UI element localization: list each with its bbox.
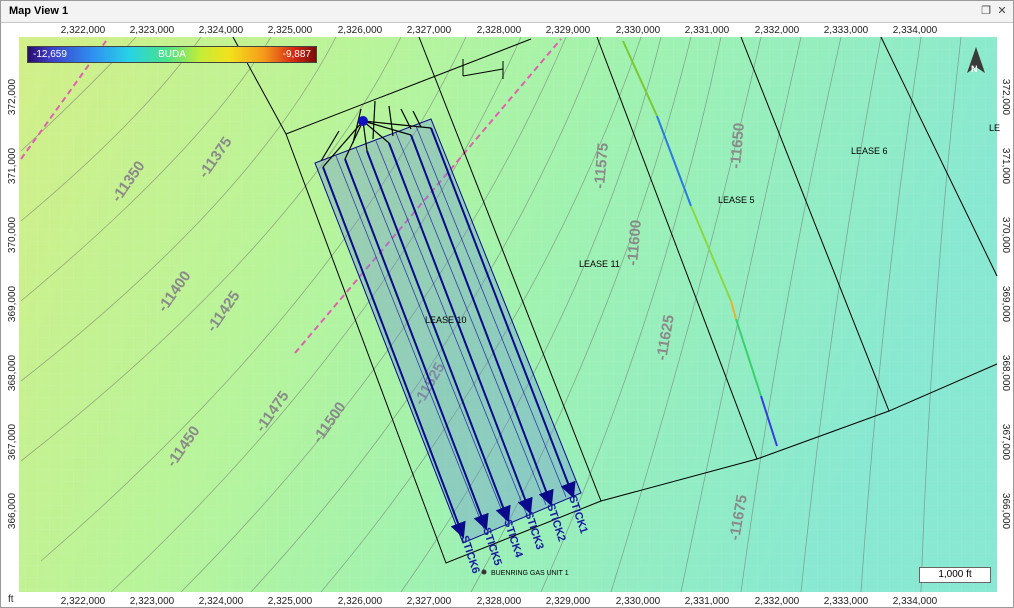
svg-text:N: N: [971, 64, 978, 74]
svg-text:2,331,000: 2,331,000: [685, 25, 730, 36]
lease-label-5: LEASE 5: [718, 195, 755, 205]
svg-text:371,000: 371,000: [1000, 148, 1011, 185]
svg-text:369,000: 369,000: [7, 285, 18, 322]
svg-text:2,327,000: 2,327,000: [407, 596, 452, 607]
window-title: Map View 1: [9, 5, 69, 17]
svg-text:2,322,000: 2,322,000: [61, 596, 106, 607]
map-canvas[interactable]: -11350 -11375 -11400 -11425 -11450 -1147…: [1, 23, 1013, 607]
svg-text:2,322,000: 2,322,000: [61, 25, 106, 36]
scale-bar: 1,000 ft: [919, 567, 991, 583]
svg-text:366,000: 366,000: [7, 492, 18, 529]
svg-text:2,328,000: 2,328,000: [477, 25, 522, 36]
svg-text:367,000: 367,000: [7, 423, 18, 460]
svg-text:366,000: 366,000: [1000, 493, 1011, 530]
svg-text:2,324,000: 2,324,000: [199, 596, 244, 607]
svg-text:2,329,000: 2,329,000: [546, 25, 591, 36]
map-window: Map View 1 ❐ ✕ -11350 -11375 -11400 -114…: [0, 0, 1014, 608]
x-axis-bottom: 2,322,000 2,323,000 2,324,000 2,325,000 …: [61, 596, 938, 607]
unit-indicator: ft: [8, 594, 14, 605]
color-legend-name: BUDA: [158, 49, 186, 60]
color-legend-max: -9,887: [282, 49, 311, 60]
svg-text:2,331,000: 2,331,000: [685, 596, 730, 607]
svg-text:2,334,000: 2,334,000: [893, 25, 938, 36]
svg-text:2,324,000: 2,324,000: [199, 25, 244, 36]
lease-label-6: LEASE 6: [851, 146, 888, 156]
svg-text:2,330,000: 2,330,000: [616, 25, 661, 36]
svg-text:368,000: 368,000: [7, 354, 18, 391]
svg-text:2,332,000: 2,332,000: [755, 25, 800, 36]
svg-text:368,000: 368,000: [1000, 355, 1011, 392]
svg-text:367,000: 367,000: [1000, 424, 1011, 461]
svg-text:372,000: 372,000: [7, 78, 18, 115]
svg-text:2,330,000: 2,330,000: [616, 596, 661, 607]
close-icon[interactable]: ✕: [995, 4, 1009, 18]
y-axis-left: 372,000 371,000 370,000 369,000 368,000 …: [7, 78, 18, 529]
svg-text:2,328,000: 2,328,000: [477, 596, 522, 607]
lease-label-partial: LE: [989, 123, 1000, 133]
svg-text:2,333,000: 2,333,000: [824, 25, 869, 36]
svg-text:2,327,000: 2,327,000: [407, 25, 452, 36]
restore-icon[interactable]: ❐: [979, 4, 993, 18]
svg-text:2,323,000: 2,323,000: [130, 25, 175, 36]
svg-text:2,326,000: 2,326,000: [338, 596, 383, 607]
x-axis-top: 2,322,000 2,323,000 2,324,000 2,325,000 …: [61, 25, 938, 36]
color-legend: -12,659 BUDA -9,887: [27, 46, 317, 63]
lease-label-10: LEASE 10: [425, 315, 467, 325]
svg-text:2,326,000: 2,326,000: [338, 25, 383, 36]
unit-label: BUENRING GAS UNIT 1: [491, 570, 569, 577]
svg-text:370,000: 370,000: [7, 216, 18, 253]
svg-text:2,325,000: 2,325,000: [268, 596, 313, 607]
lease-label-11: LEASE 11: [579, 259, 620, 269]
svg-text:2,325,000: 2,325,000: [268, 25, 313, 36]
svg-text:2,334,000: 2,334,000: [893, 596, 938, 607]
title-bar: Map View 1 ❐ ✕: [1, 1, 1013, 23]
svg-text:371,000: 371,000: [7, 147, 18, 184]
svg-text:372,000: 372,000: [1000, 79, 1011, 116]
svg-text:370,000: 370,000: [1000, 217, 1011, 254]
svg-text:2,332,000: 2,332,000: [755, 596, 800, 607]
y-axis-right: 372,000 371,000 370,000 369,000 368,000 …: [1000, 79, 1011, 530]
svg-text:2,329,000: 2,329,000: [546, 596, 591, 607]
svg-text:2,323,000: 2,323,000: [130, 596, 175, 607]
svg-text:369,000: 369,000: [1000, 286, 1011, 323]
well-pad-marker[interactable]: [358, 116, 368, 126]
svg-text:2,333,000: 2,333,000: [824, 596, 869, 607]
